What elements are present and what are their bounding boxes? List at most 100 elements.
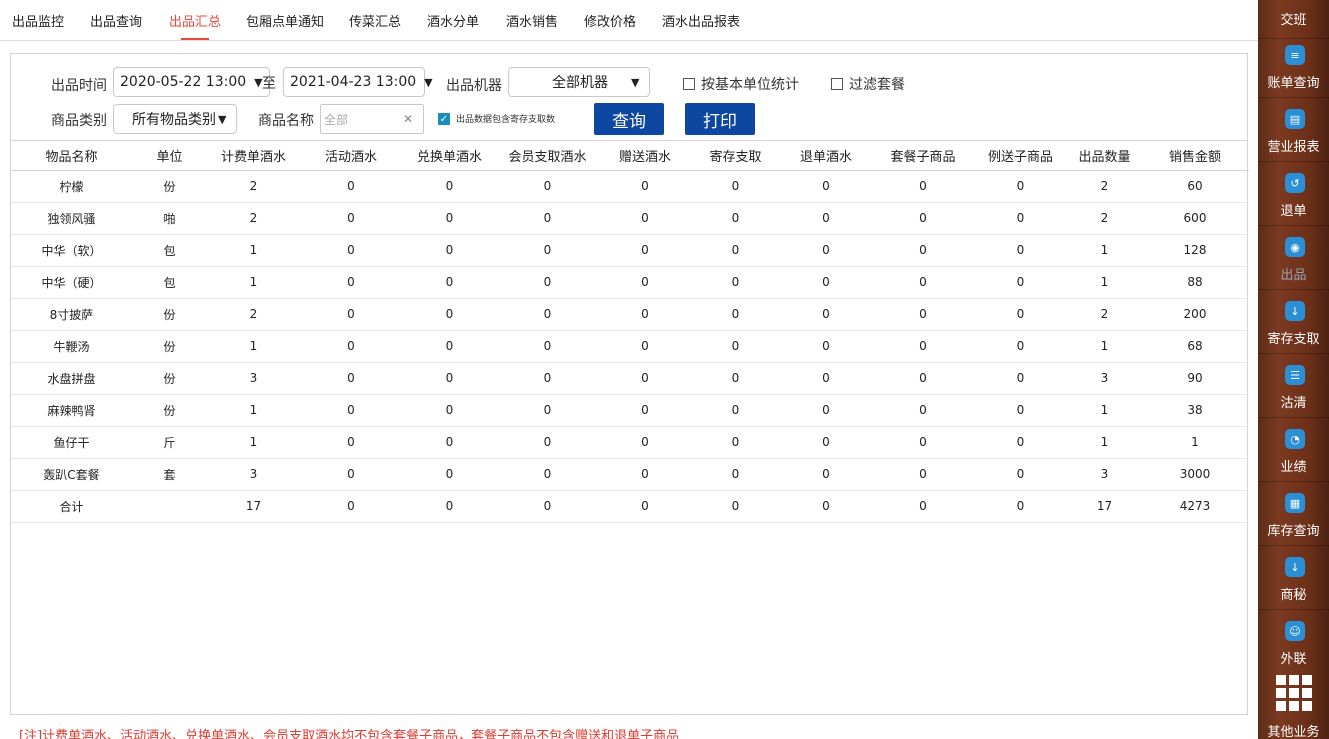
table-row[interactable]: 轰趴C套餐套 3 0 0 0 0 0 0 0 0 3 3000 — [11, 458, 1249, 491]
sidebar-item-label: 业绩 — [1280, 460, 1307, 475]
basic-unit-checkbox[interactable]: 按基本单位统计 — [683, 74, 799, 94]
table-cell: 轰趴C套餐 — [11, 458, 132, 491]
right-sidebar: 交班 ≡ 账单查询 ▤ 营业报表 ↺ 退单 ◉ 出品 ↓ 寄存支取 ☰ 沽清 ◔… — [1258, 0, 1329, 739]
table-row[interactable]: 独领风骚啪 2 0 0 0 0 0 0 0 0 2 600 — [11, 202, 1249, 235]
column-header: 例送子商品 — [973, 141, 1068, 171]
table-cell: 0 — [692, 202, 779, 235]
table-cell: 2 — [1068, 298, 1141, 331]
table-cell: 0 — [779, 234, 873, 267]
start-time-select[interactable]: 2020-05-22 13:00 ▼ — [113, 67, 270, 97]
total-row[interactable]: 合计 17 0 0 0 0 0 0 0 0 17 4273 — [11, 490, 1249, 523]
table-row[interactable]: 鱼仔干斤 1 0 0 0 0 0 0 0 0 1 1 — [11, 426, 1249, 459]
table-row[interactable]: 8寸披萨份 2 0 0 0 0 0 0 0 0 2 200 — [11, 298, 1249, 331]
table-cell: 麻辣鸭肾 — [11, 394, 132, 427]
table-row[interactable]: 麻辣鸭肾份 1 0 0 0 0 0 0 0 0 1 38 — [11, 394, 1249, 427]
product-name-placeholder: 全部 — [324, 112, 349, 127]
tab-output-monitor[interactable]: 出品监控 — [12, 11, 64, 30]
filter-combo-checkbox[interactable]: 过滤套餐 — [831, 74, 905, 94]
product-name-input[interactable]: 全部 ✕ — [320, 104, 424, 134]
tab-drink-output-report[interactable]: 酒水出品报表 — [662, 11, 740, 30]
table-cell: 1 — [207, 330, 300, 363]
table-cell: 0 — [598, 298, 692, 331]
to-label: 至 — [262, 76, 276, 92]
table-cell: 0 — [779, 330, 873, 363]
table-cell: 2 — [207, 298, 300, 331]
table-cell: 0 — [779, 490, 873, 523]
table-cell: 17 — [1068, 490, 1141, 523]
tab-output-query[interactable]: 出品查询 — [90, 11, 142, 30]
table-row[interactable]: 中华（软）包 1 0 0 0 0 0 0 0 0 1 128 — [11, 234, 1249, 267]
table-cell: 0 — [873, 458, 973, 491]
table-cell: 0 — [300, 298, 402, 331]
table-cell: 份 — [132, 330, 207, 363]
table-cell: 0 — [779, 266, 873, 299]
tab-drink-split[interactable]: 酒水分单 — [427, 11, 479, 30]
inventory-icon: ▦ — [1285, 493, 1305, 513]
tab-serving-summary[interactable]: 传菜汇总 — [349, 11, 401, 30]
table-cell: 1 — [207, 394, 300, 427]
time-label: 出品时间 — [51, 78, 107, 94]
table-cell: 0 — [300, 330, 402, 363]
column-header: 寄存支取 — [692, 141, 779, 171]
table-cell — [132, 490, 207, 523]
table-cell: 1 — [207, 426, 300, 459]
query-button[interactable]: 查询 — [594, 103, 664, 135]
print-button[interactable]: 打印 — [685, 103, 755, 135]
table-cell: 0 — [300, 266, 402, 299]
table-cell: 0 — [692, 170, 779, 203]
tab-room-order-notice[interactable]: 包厢点单通知 — [246, 11, 324, 30]
clear-icon[interactable]: ✕ — [403, 112, 413, 126]
tab-output-summary[interactable]: 出品汇总 — [169, 11, 221, 40]
sidebar-item-external[interactable]: ☺ 外联 — [1258, 611, 1329, 674]
table-cell: 2 — [1068, 202, 1141, 235]
table-cell: 0 — [973, 394, 1068, 427]
machine-select[interactable]: 全部机器 ▼ — [508, 67, 650, 97]
sidebar-item-handover[interactable]: 交班 — [1258, 0, 1329, 39]
end-time-select[interactable]: 2021-04-23 13:00 ▼ — [283, 67, 433, 97]
table-cell: 0 — [598, 170, 692, 203]
sidebar-item-performance[interactable]: ◔ 业绩 — [1258, 419, 1329, 482]
tab-drink-sales[interactable]: 酒水销售 — [506, 11, 558, 30]
sidebar-item-refund[interactable]: ↺ 退单 — [1258, 163, 1329, 226]
sidebar-item-inventory[interactable]: ▦ 库存查询 — [1258, 483, 1329, 546]
sidebar-item-output[interactable]: ◉ 出品 — [1258, 227, 1329, 290]
table-row[interactable]: 水盘拼盘份 3 0 0 0 0 0 0 0 0 3 90 — [11, 362, 1249, 395]
table-cell: 0 — [402, 426, 497, 459]
table-cell: 0 — [692, 426, 779, 459]
table-cell: 0 — [973, 330, 1068, 363]
sidebar-item-secretary[interactable]: ↓ 商秘 — [1258, 547, 1329, 610]
table-cell: 0 — [598, 394, 692, 427]
sidebar-item-bill-query[interactable]: ≡ 账单查询 — [1258, 35, 1329, 98]
table-cell: 0 — [598, 426, 692, 459]
apps-grid-icon[interactable] — [1276, 675, 1312, 711]
table-cell: 0 — [779, 298, 873, 331]
include-storage-checkbox[interactable]: ✓ 出品数据包含寄存支取数 — [438, 112, 555, 125]
sidebar-item-soldout[interactable]: ☰ 沽清 — [1258, 355, 1329, 418]
checkbox-icon — [683, 78, 695, 90]
table-cell: 0 — [598, 266, 692, 299]
other-business-label[interactable]: 其他业务 — [1258, 721, 1329, 739]
category-select[interactable]: 所有物品类别 ▼ — [113, 104, 237, 134]
sidebar-item-storage[interactable]: ↓ 寄存支取 — [1258, 291, 1329, 354]
table-cell: 0 — [692, 458, 779, 491]
table-row[interactable]: 中华（硬）包 1 0 0 0 0 0 0 0 0 1 88 — [11, 266, 1249, 299]
table-cell: 0 — [779, 458, 873, 491]
machine-label: 出品机器 — [446, 78, 502, 94]
start-time-value: 2020-05-22 13:00 — [120, 74, 247, 90]
table-cell: 0 — [402, 202, 497, 235]
name-label: 商品名称 — [258, 113, 314, 129]
chevron-down-icon: ▼ — [424, 75, 433, 89]
table-cell: 0 — [779, 426, 873, 459]
table-cell: 0 — [973, 362, 1068, 395]
table-cell: 0 — [300, 490, 402, 523]
table-cell: 0 — [692, 266, 779, 299]
table-row[interactable]: 牛鞭汤份 1 0 0 0 0 0 0 0 0 1 68 — [11, 330, 1249, 363]
table-cell: 斤 — [132, 426, 207, 459]
table-cell: 38 — [1141, 394, 1249, 427]
table-cell: 0 — [497, 362, 598, 395]
sidebar-item-business-report[interactable]: ▤ 营业报表 — [1258, 99, 1329, 162]
table-row[interactable]: 柠檬份 2 0 0 0 0 0 0 0 0 2 60 — [11, 170, 1249, 203]
table-cell: 0 — [692, 234, 779, 267]
table-cell: 0 — [873, 394, 973, 427]
tab-edit-price[interactable]: 修改价格 — [584, 11, 636, 30]
